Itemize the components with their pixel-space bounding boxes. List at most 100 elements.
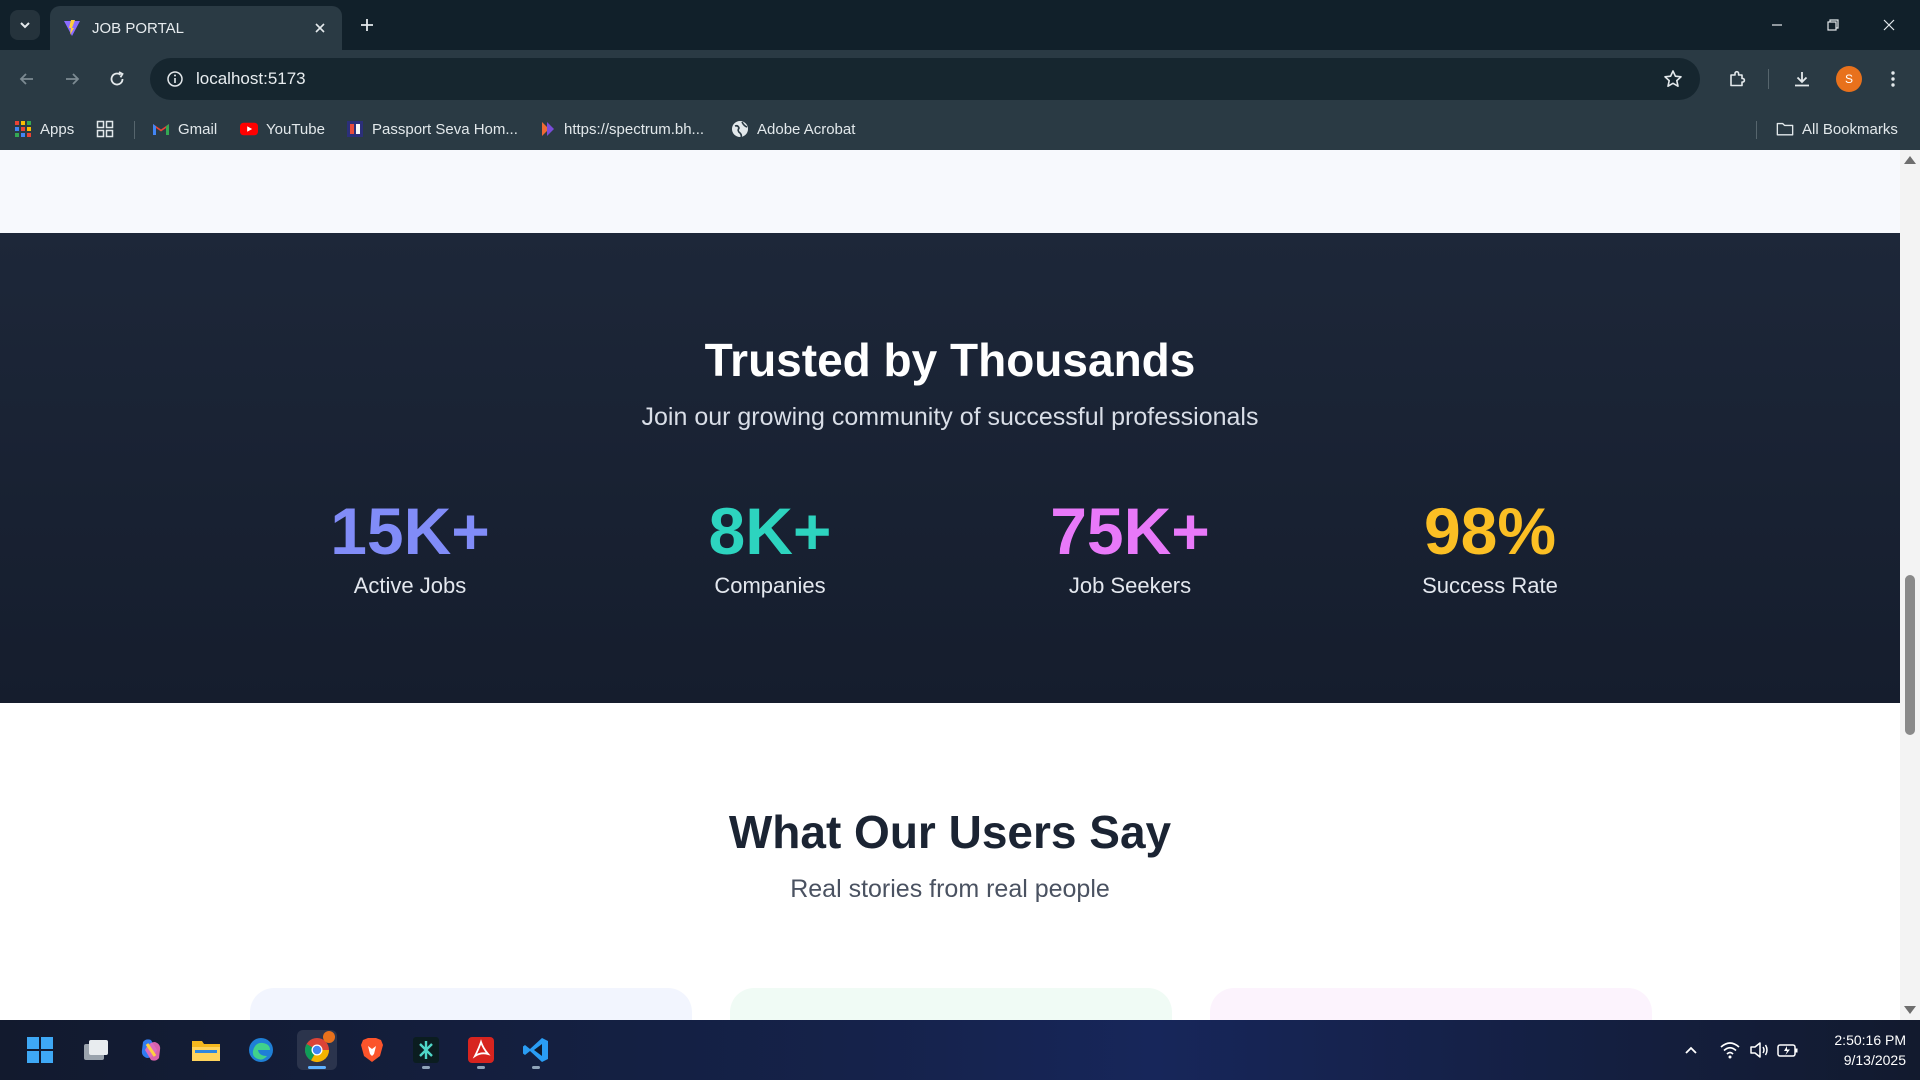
stat-companies: 8K+ Companies (590, 495, 950, 599)
volume-status[interactable] (1747, 1038, 1771, 1062)
new-tab-button[interactable] (354, 12, 380, 38)
arrow-left-icon (19, 73, 33, 85)
stat-value: 8K+ (708, 494, 832, 568)
windows-taskbar: 2:50:16 PM 9/13/2025 (0, 1020, 1920, 1080)
start-button[interactable] (20, 1030, 60, 1070)
taskbar-copilot[interactable] (131, 1030, 171, 1070)
taskbar-file-explorer[interactable] (186, 1030, 226, 1070)
acrobat-icon (468, 1037, 494, 1063)
spectrum-icon (538, 120, 556, 138)
active-app-indicator (308, 1066, 326, 1069)
wifi-icon (1720, 1042, 1740, 1059)
address-bar[interactable]: localhost:5173 (150, 58, 1700, 100)
gmail-icon (152, 120, 170, 138)
bookmark-label: https://spectrum.bh... (564, 120, 705, 138)
site-info-button[interactable] (160, 64, 190, 94)
scroll-down-arrow-icon[interactable] (1904, 1006, 1916, 1014)
tab-groups-icon (96, 120, 114, 138)
stats-section: Trusted by Thousands Join our growing co… (0, 233, 1900, 703)
chevron-down-icon (20, 22, 30, 29)
file-explorer-icon (192, 1041, 220, 1061)
stat-label: Success Rate (1422, 573, 1558, 598)
taskbar-chrome[interactable] (297, 1030, 337, 1070)
testimonials-title: What Our Users Say (728, 806, 1172, 858)
chrome-profile-badge (323, 1031, 335, 1043)
tab-close-button[interactable] (310, 18, 330, 38)
page-scrollbar[interactable] (1900, 150, 1920, 1020)
tab-search-button[interactable] (10, 10, 40, 40)
chevron-up-icon (1685, 1046, 1697, 1054)
stat-label: Active Jobs (353, 573, 467, 598)
taskbar-app[interactable] (406, 1030, 446, 1070)
arrow-right-icon (66, 73, 80, 85)
browser-menu-button[interactable] (1878, 64, 1908, 94)
stat-job-seekers: 75K+ Job Seekers (950, 495, 1310, 599)
bookmark-gmail[interactable]: Gmail (152, 116, 217, 142)
stat-value: 98% (1423, 494, 1557, 568)
close-icon (315, 23, 325, 33)
bookmarks-bar: Apps Gmail YouTube Passport Seva Hom... … (0, 108, 1920, 150)
back-button[interactable] (12, 64, 42, 94)
brave-icon (361, 1038, 383, 1062)
taskbar-acrobat[interactable] (461, 1030, 501, 1070)
system-clock[interactable]: 2:50:16 PM 9/13/2025 (1802, 1030, 1906, 1070)
tab-title: JOB PORTAL (92, 19, 184, 37)
bookmark-label: Apps (40, 120, 75, 138)
stat-active-jobs: 15K+ Active Jobs (230, 495, 590, 599)
profile-avatar[interactable]: S (1836, 66, 1862, 92)
browser-tab[interactable]: JOB PORTAL (50, 6, 342, 50)
youtube-icon (240, 120, 258, 138)
scroll-up-arrow-icon[interactable] (1904, 156, 1916, 164)
taskbar-edge[interactable] (241, 1030, 281, 1070)
close-window-button[interactable] (1876, 12, 1902, 38)
bookmark-star-button[interactable] (1658, 64, 1688, 94)
running-app-indicator (422, 1066, 430, 1069)
stat-label: Companies (714, 573, 826, 598)
show-hidden-icons-button[interactable] (1679, 1038, 1703, 1062)
globe-icon (731, 120, 749, 138)
app-icon (413, 1037, 439, 1063)
taskbar-brave[interactable] (352, 1030, 392, 1070)
bookmark-label: Gmail (178, 120, 218, 138)
stats-title: Trusted by Thousands (704, 334, 1196, 386)
bookmark-passport-seva[interactable]: Passport Seva Hom... (346, 116, 518, 142)
apps-grid-icon (14, 120, 32, 138)
scrollbar-thumb[interactable] (1905, 575, 1915, 735)
downloads-button[interactable] (1787, 64, 1817, 94)
taskbar-task-view[interactable] (76, 1030, 116, 1070)
reload-button[interactable] (102, 64, 132, 94)
forward-button[interactable] (57, 64, 87, 94)
taskbar-vscode[interactable] (516, 1030, 556, 1070)
browser-title-bar: JOB PORTAL (0, 0, 1920, 50)
stat-success-rate: 98% Success Rate (1310, 495, 1670, 599)
tab-groups-button[interactable] (96, 116, 122, 142)
wifi-status[interactable] (1718, 1038, 1742, 1062)
restore-button[interactable] (1820, 12, 1846, 38)
vite-favicon-icon (64, 20, 80, 36)
star-icon (1664, 70, 1682, 87)
previous-section-band (0, 150, 1900, 233)
more-vertical-icon (1891, 71, 1895, 87)
bookmark-label: Adobe Acrobat (757, 120, 856, 138)
bookmark-spectrum[interactable]: https://spectrum.bh... (538, 116, 704, 142)
extensions-button[interactable] (1722, 64, 1752, 94)
all-bookmarks-button[interactable]: All Bookmarks (1776, 116, 1898, 142)
plus-icon (361, 19, 373, 31)
windows-start-icon (27, 1037, 53, 1063)
stat-value: 15K+ (330, 494, 490, 568)
puzzle-icon (1730, 70, 1746, 87)
minimize-button[interactable] (1764, 12, 1790, 38)
bookmarks-separator (134, 121, 135, 139)
battery-charging-icon (1777, 1044, 1798, 1057)
reload-icon (110, 71, 124, 86)
clock-date: 9/13/2025 (1843, 1052, 1906, 1068)
passport-seva-icon (346, 120, 364, 138)
info-icon (167, 71, 183, 87)
battery-status[interactable] (1776, 1038, 1800, 1062)
bookmark-adobe-acrobat[interactable]: Adobe Acrobat (731, 116, 855, 142)
restore-icon (1827, 19, 1839, 31)
testimonial-card (730, 988, 1172, 1020)
bookmark-youtube[interactable]: YouTube (240, 116, 325, 142)
bookmark-apps[interactable]: Apps (14, 116, 74, 142)
address-bar-url: localhost:5173 (196, 69, 306, 88)
